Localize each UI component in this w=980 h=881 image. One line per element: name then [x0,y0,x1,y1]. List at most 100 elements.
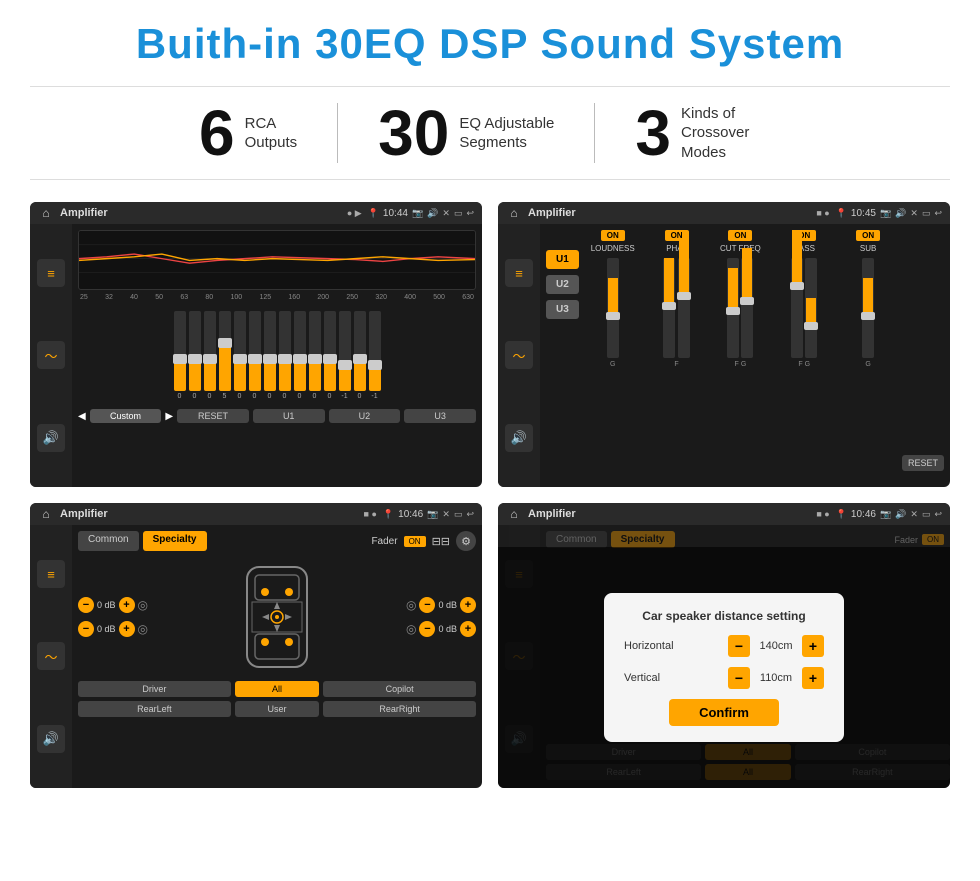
eq-slider-7[interactable]: 0 [279,311,291,400]
wave-icon[interactable]: 〜 [37,341,65,369]
btn-rearright[interactable]: RearRight [323,701,476,717]
rr-speaker-icon: ◎ [406,622,416,636]
cutfreq-on[interactable]: ON [728,230,752,241]
eq-sliders: 0 0 0 5 [78,305,476,405]
eq-icon-3[interactable]: ≡ [37,560,65,588]
x-icon-3: ▭ [454,509,463,520]
preset-u2[interactable]: U2 [329,409,401,423]
ch-loudness: ON LOUDNESS G [583,230,643,481]
sub-label: SUB [860,244,876,253]
stat-crossover: 3 Kinds of Crossover Modes [595,101,821,165]
spk-rl-plus[interactable]: + [119,621,135,637]
horizontal-plus[interactable]: + [802,635,824,657]
eq-bottom-bar: ◀ Custom ▶ RESET U1 U2 U3 [78,409,476,423]
eq-slider-10[interactable]: 0 [324,311,336,400]
eq-slider-0[interactable]: 0 [174,311,186,400]
tab-specialty[interactable]: Specialty [143,531,207,551]
status-bar-3: ⌂ Amplifier ■ ● 📍 10:46 📷 ✕ ▭ ↩ [30,503,482,525]
eq-icon[interactable]: ≡ [37,259,65,287]
preset-reset[interactable]: RESET [177,409,249,423]
btn-rearleft[interactable]: RearLeft [78,701,231,717]
eq-icon-2[interactable]: ≡ [505,259,533,287]
eq-slider-4[interactable]: 0 [234,311,246,400]
screen4-bg: ≡ 〜 🔊 Common Specialty Fader ON [498,525,950,788]
speaker-sidebar: ≡ 〜 🔊 [30,525,72,788]
volume-icon-4: 🔊 [895,509,906,520]
settings-icon-3[interactable]: ⚙ [456,531,476,551]
eq-slider-6[interactable]: 0 [264,311,276,400]
next-btn[interactable]: ▶ [165,411,173,422]
preset-u1[interactable]: U1 [253,409,325,423]
eq-slider-5[interactable]: 0 [249,311,261,400]
fader-controls: Fader ON ⊟⊟ ⚙ [371,531,476,551]
btn-copilot[interactable]: Copilot [323,681,476,697]
vertical-minus[interactable]: − [728,667,750,689]
camera-icon-2: 📷 [880,208,891,219]
x-icon-4: ✕ [910,509,918,520]
vertical-plus[interactable]: + [802,667,824,689]
eq-slider-13[interactable]: -1 [369,311,381,400]
loudness-label: LOUDNESS [591,244,635,253]
x-icon-2: ✕ [910,208,918,219]
eq-slider-1[interactable]: 0 [189,311,201,400]
preset-u3[interactable]: U3 [404,409,476,423]
spk-rr-plus[interactable]: + [460,621,476,637]
stat-eq-number: 30 [378,101,449,165]
prev-btn[interactable]: ◀ [78,411,86,422]
horizontal-minus[interactable]: − [728,635,750,657]
spk-rl-val: 0 dB [97,624,116,634]
reset-btn[interactable]: RESET [902,455,944,471]
u3-btn[interactable]: U3 [546,300,579,319]
fader-slider[interactable]: ⊟⊟ [432,535,450,548]
u1-btn[interactable]: U1 [546,250,579,269]
loudness-on[interactable]: ON [601,230,625,241]
fader-on-badge[interactable]: ON [404,536,426,547]
u2-btn[interactable]: U2 [546,275,579,294]
wave-icon-3[interactable]: 〜 [37,642,65,670]
screen-speaker: ⌂ Amplifier ■ ● 📍 10:46 📷 ✕ ▭ ↩ ≡ 〜 🔊 [30,503,482,788]
speaker-icon-3[interactable]: 🔊 [37,725,65,753]
spk-rr-minus[interactable]: − [419,621,435,637]
btn-all[interactable]: All [235,681,319,697]
speaker-content: ≡ 〜 🔊 Common Specialty Fader ON ⊟⊟ ⚙ [30,525,482,788]
eq-slider-8[interactable]: 0 [294,311,306,400]
btn-user[interactable]: User [235,701,319,717]
eq-slider-2[interactable]: 0 [204,311,216,400]
eq-slider-3[interactable]: 5 [219,311,231,400]
eq-slider-11[interactable]: -1 [339,311,351,400]
btn-driver[interactable]: Driver [78,681,231,697]
speaker-icon[interactable]: 🔊 [37,424,65,452]
stat-rca-label: RCA Outputs [245,114,298,153]
spk-fr-control: ◎ − 0 dB + [406,597,476,613]
location-icon-1: 📍 [368,208,379,219]
time-4: 10:46 [851,509,876,520]
wave-icon-2[interactable]: 〜 [505,341,533,369]
spk-fr-minus[interactable]: − [419,597,435,613]
app-name-2: Amplifier [528,207,810,219]
speaker-icon-2[interactable]: 🔊 [505,424,533,452]
spk-fl-minus[interactable]: − [78,597,94,613]
confirm-button[interactable]: Confirm [669,699,779,726]
spk-fl-plus[interactable]: + [119,597,135,613]
horizontal-stepper: − 140cm + [728,635,824,657]
back-icon-2: ↩ [934,208,942,219]
eq-slider-9[interactable]: 0 [309,311,321,400]
preset-custom[interactable]: Custom [90,409,162,423]
spk-rl-minus[interactable]: − [78,621,94,637]
sub-on[interactable]: ON [856,230,880,241]
eq-slider-12[interactable]: 0 [354,311,366,400]
time-1: 10:44 [383,208,408,219]
ch-bass: ON BASS [774,230,834,481]
u-buttons: U1 U2 U3 [546,230,579,481]
tab-common[interactable]: Common [78,531,139,551]
camera-icon-1: 📷 [412,208,423,219]
horizontal-value: 140cm [756,640,796,652]
right-controls: ◎ − 0 dB + ◎ − 0 dB + [406,557,476,677]
location-icon-2: 📍 [836,208,847,219]
spk-fr-plus[interactable]: + [460,597,476,613]
horizontal-label: Horizontal [624,640,684,652]
fr-speaker-icon: ◎ [406,598,416,612]
crossover-main: U1 U2 U3 ON LOUDNESS [540,224,950,487]
main-title: Buith-in 30EQ DSP Sound System [30,20,950,68]
battery-icon-4: ▭ [922,509,931,520]
